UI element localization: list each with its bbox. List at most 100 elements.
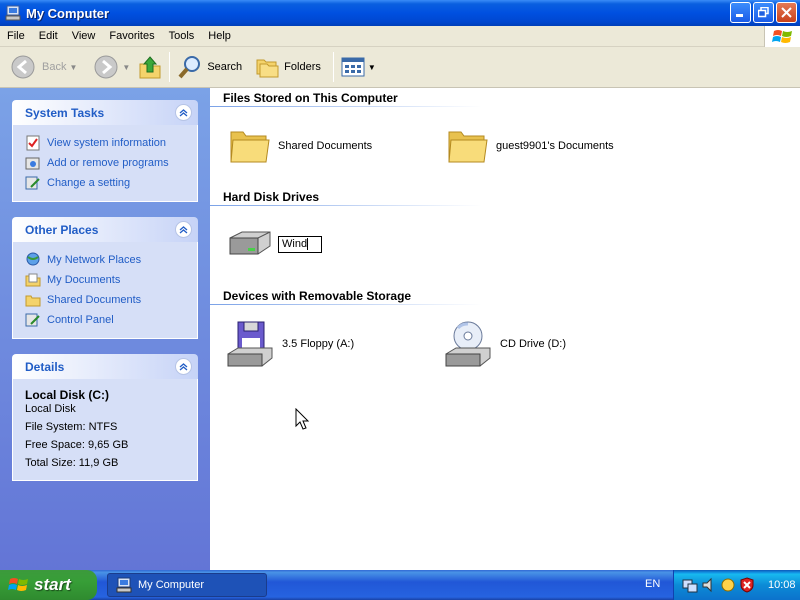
file-list-view[interactable]: Files Stored on This Computer Shared Doc… [210,88,800,570]
rename-input[interactable]: Wind [278,235,322,253]
change-setting-link[interactable]: Change a setting [25,173,189,193]
taskbar: start My Computer EN 10:08 [0,570,800,600]
language-indicator[interactable]: EN [645,578,660,590]
toolbar-separator [332,52,334,82]
back-label: Back [42,61,67,73]
system-tasks-title: System Tasks [25,105,105,120]
group-divider [210,106,482,107]
cd-drive-item[interactable]: CD Drive (D:) [444,320,566,368]
group-divider [210,304,482,305]
folder-icon [230,131,270,163]
update-tray-icon[interactable] [720,577,736,593]
shared-documents-item[interactable]: Shared Documents [228,126,372,166]
item-label: Shared Documents [278,140,373,152]
restore-button[interactable] [753,2,774,23]
mouse-pointer-icon [295,408,310,430]
add-remove-programs-icon [25,157,40,170]
group-removable-header: Devices with Removable Storage [223,289,412,303]
forward-button[interactable]: ▼ [89,50,134,84]
search-icon [178,56,201,79]
views-icon [341,57,365,77]
guest-documents-item[interactable]: guest9901's Documents [446,126,614,166]
details-total-size: Total Size: 11,9 GB [25,457,119,469]
title-bar[interactable]: My Computer [0,0,800,26]
folders-icon [256,59,279,78]
minimize-icon [736,14,743,17]
item-label: CD Drive (D:) [500,338,566,350]
my-documents-link[interactable]: My Documents [25,270,189,290]
details-panel: Details Local Disk (C:) Local Disk File … [12,354,198,481]
link-label: My Network Places [47,254,142,266]
collapse-chevron-icon[interactable] [175,221,192,238]
control-panel-icon [25,176,40,190]
details-filesystem: File System: NTFS [25,421,118,433]
add-remove-programs-link[interactable]: Add or remove programs [25,153,189,173]
link-label: Add or remove programs [47,157,169,169]
close-icon [781,7,792,18]
floppy-drive-item[interactable]: 3.5 Floppy (A:) [226,320,354,368]
link-label: View system information [47,137,167,149]
menu-edit[interactable]: Edit [32,30,65,42]
up-button[interactable] [134,50,166,84]
search-label: Search [207,61,243,73]
control-panel-link[interactable]: Control Panel [25,310,189,330]
local-disk-item[interactable]: Wind [226,228,322,260]
group-divider [210,205,482,206]
views-dropdown-icon[interactable]: ▼ [368,63,376,72]
forward-dropdown-icon[interactable]: ▼ [122,63,130,72]
clock[interactable]: 10:08 [768,579,796,591]
back-button[interactable]: Back ▼ [6,50,81,84]
my-computer-icon [5,5,21,21]
group-files-header: Files Stored on This Computer [223,91,398,105]
network-tray-icon[interactable] [682,577,698,593]
my-documents-icon [25,273,41,287]
details-header[interactable]: Details [12,354,198,379]
volume-tray-icon[interactable] [701,577,717,593]
folders-label: Folders [284,61,321,73]
view-system-info-link[interactable]: View system information [25,133,189,153]
item-label: 3.5 Floppy (A:) [282,338,355,350]
taskbar-my-computer[interactable]: My Computer [107,573,267,597]
views-button[interactable]: ▼ [337,50,380,84]
system-info-icon [26,135,40,151]
start-label: start [34,575,71,594]
shared-folder-icon [25,295,41,307]
network-places-icon [26,252,40,266]
system-tray: 10:08 [673,570,800,600]
menu-tools[interactable]: Tools [162,30,202,42]
start-button[interactable]: start [0,570,97,600]
close-button[interactable] [776,2,797,23]
menu-file[interactable]: File [0,30,32,42]
hard-disk-icon [229,231,271,255]
rename-value: Wind [282,237,308,250]
floppy-drive-icon [227,321,273,367]
link-label: Change a setting [47,177,131,189]
link-label: Shared Documents [47,294,142,306]
forward-arrow-icon [94,55,118,79]
minimize-button[interactable] [730,2,751,23]
collapse-chevron-icon[interactable] [175,358,192,375]
security-shield-icon[interactable] [739,577,755,593]
menu-bar: File Edit View Favorites Tools Help [0,26,800,47]
folder-up-icon [139,56,161,79]
system-tasks-header[interactable]: System Tasks [12,100,198,125]
my-network-places-link[interactable]: My Network Places [25,250,189,270]
cd-drive-icon [445,321,491,367]
folders-button[interactable]: Folders [250,50,325,84]
toolbar-separator [169,52,171,82]
collapse-chevron-icon[interactable] [175,104,192,121]
other-places-header[interactable]: Other Places [12,217,198,242]
my-computer-icon [116,577,132,593]
back-dropdown-icon[interactable]: ▼ [69,63,77,72]
back-arrow-icon [11,55,35,79]
menu-favorites[interactable]: Favorites [102,30,161,42]
menu-view[interactable]: View [65,30,103,42]
restore-icon [758,7,769,18]
link-label: My Documents [47,274,121,286]
shared-documents-link[interactable]: Shared Documents [25,290,189,310]
control-panel-icon [25,313,40,327]
folder-icon [448,131,488,163]
menu-help[interactable]: Help [201,30,238,42]
search-button[interactable]: Search [173,50,246,84]
window-title: My Computer [26,5,110,21]
